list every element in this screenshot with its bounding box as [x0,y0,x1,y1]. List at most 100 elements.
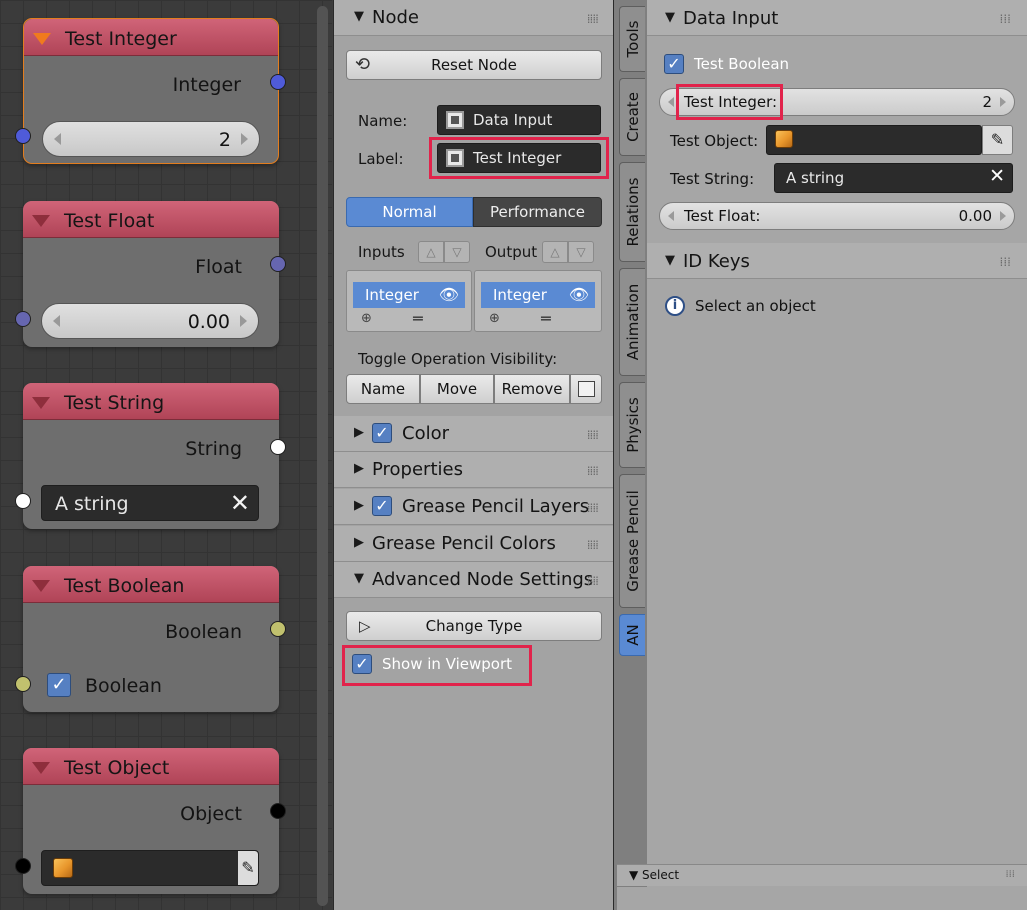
clear-x-icon[interactable]: ✕ [230,489,250,517]
object-output-socket[interactable] [270,803,286,819]
change-type-button[interactable]: ▷ Change Type [346,611,602,641]
select-panel-header[interactable]: ▼ Select ⁞⁞⁞ [617,864,1027,886]
mode-performance-button[interactable]: Performance [473,197,602,227]
checkbox-checked-icon[interactable]: ✓ [372,496,392,516]
drag-handle-icon[interactable]: ⁞⁞⁞⁞ [587,538,599,552]
test-integer-field[interactable]: Test Integer: 2 [659,88,1015,116]
increment-arrow-icon[interactable] [1000,97,1006,107]
output-list-item[interactable]: Integer 👁 [481,282,595,308]
test-boolean-checkbox[interactable]: ✓ Test Boolean [664,53,864,77]
node-test-object[interactable]: Test Object Object ✎ [23,748,279,894]
mode-normal-button[interactable]: Normal [346,197,473,227]
tab-physics[interactable]: Physics [619,382,645,468]
toggle-name-button[interactable]: Name [346,374,420,404]
node-header[interactable]: Test Integer [24,19,278,56]
node-test-boolean[interactable]: Test Boolean Boolean ✓ Boolean [23,566,279,712]
decrement-arrow-icon[interactable] [668,211,674,221]
eyedropper-icon[interactable]: ✎ [238,851,258,885]
collapse-triangle-icon[interactable] [32,397,50,409]
name-field[interactable]: Data Input [437,105,601,135]
drag-handle-icon[interactable]: ⁞⁞⁞ [1005,869,1015,880]
inputs-list[interactable]: Integer 👁 ⊕ ═ [346,270,472,332]
collapse-triangle-icon[interactable]: ▼ [354,9,364,24]
decrement-arrow-icon[interactable] [54,133,61,145]
inputs-list-item[interactable]: Integer 👁 [353,282,465,308]
properties-section-header[interactable]: ▶ Properties ⁞⁞⁞⁞ [334,452,614,488]
float-input-socket[interactable] [15,311,31,327]
drag-handle-icon[interactable]: ⁞⁞⁞⁞ [587,12,599,26]
collapse-triangle-icon[interactable] [32,762,50,774]
grease-pencil-layers-section-header[interactable]: ▶ ✓ Grease Pencil Layers ⁞⁞⁞⁞ [334,489,614,525]
checkbox-checked-icon[interactable]: ✓ [352,654,372,674]
node-header[interactable]: Test Boolean [23,566,279,603]
expand-triangle-icon[interactable]: ▶ [354,461,364,476]
clear-x-icon[interactable]: ✕ [989,165,1005,187]
test-float-field[interactable]: Test Float: 0.00 [659,202,1015,230]
inputs-down-button[interactable]: ▽ [444,241,470,263]
add-plus-icon[interactable]: ⊕ [489,311,500,326]
object-input-socket[interactable] [15,858,31,874]
tab-grease-pencil[interactable]: Grease Pencil [619,474,645,608]
label-field[interactable]: Test Integer [437,143,601,173]
object-field[interactable]: ✎ [41,850,259,886]
string-output-socket[interactable] [270,439,286,455]
integer-field[interactable]: 2 [42,121,260,157]
tab-tools[interactable]: Tools [619,6,645,72]
output-down-button[interactable]: ▽ [568,241,594,263]
string-input-socket[interactable] [15,493,31,509]
canvas-scrollbar[interactable] [317,6,328,906]
checkbox-checked-icon[interactable]: ✓ [47,673,71,697]
eye-icon[interactable]: 👁 [569,282,589,308]
output-list[interactable]: Integer 👁 ⊕ ═ [474,270,602,332]
increment-arrow-icon[interactable] [1000,211,1006,221]
float-output-socket[interactable] [270,256,286,272]
node-header[interactable]: Test Object [23,748,279,785]
boolean-output-socket[interactable] [270,621,286,637]
tab-animation[interactable]: Animation [619,268,645,376]
drag-handle-icon[interactable]: ⁞⁞⁞⁞ [587,574,599,588]
collapse-triangle-icon[interactable] [32,215,50,227]
node-test-string[interactable]: Test String String A string ✕ [23,383,279,529]
inputs-up-button[interactable]: △ [418,241,444,263]
grease-pencil-colors-section-header[interactable]: ▶ Grease Pencil Colors ⁞⁞⁞⁞ [334,526,614,562]
node-header[interactable]: Test Float [23,201,279,238]
drag-handle-icon[interactable]: ═ [413,309,423,328]
node-section-header[interactable]: ▼ Node ⁞⁞⁞⁞ [334,0,614,36]
collapse-triangle-icon[interactable]: ▼ [665,253,675,268]
integer-output-socket[interactable] [270,74,286,90]
color-section-header[interactable]: ▶ ✓ Color ⁞⁞⁞⁞ [334,416,614,452]
tab-create[interactable]: Create [619,78,645,156]
expand-triangle-icon[interactable]: ▶ [354,535,364,550]
drag-handle-icon[interactable]: ═ [541,309,551,328]
boolean-input-socket[interactable] [15,676,31,692]
tab-an[interactable]: AN [619,614,645,656]
advanced-node-settings-section-header[interactable]: ▼ Advanced Node Settings ⁞⁞⁞⁞ [334,562,614,598]
reset-node-button[interactable]: ⟲ Reset Node [346,50,602,80]
toggle-remove-button[interactable]: Remove [494,374,570,404]
eyedropper-button[interactable]: ✎ [982,125,1013,155]
node-header[interactable]: Test String [23,383,279,420]
decrement-arrow-icon[interactable] [668,97,674,107]
id-keys-section-header[interactable]: ▼ ID Keys ⁞⁞⁞ [647,243,1027,279]
float-field[interactable]: 0.00 [41,303,259,339]
drag-handle-icon[interactable]: ⁞⁞⁞ [1000,12,1011,26]
string-field[interactable]: A string ✕ [41,485,259,521]
increment-arrow-icon[interactable] [241,133,248,145]
toggle-move-button[interactable]: Move [420,374,494,404]
collapse-triangle-icon[interactable] [33,33,51,45]
add-plus-icon[interactable]: ⊕ [361,311,372,326]
drag-handle-icon[interactable]: ⁞⁞⁞ [1000,255,1011,269]
show-in-viewport-checkbox[interactable]: ✓ Show in Viewport [352,653,532,677]
test-object-field[interactable] [766,125,982,155]
collapse-triangle-icon[interactable]: ▼ [354,571,364,586]
output-up-button[interactable]: △ [542,241,568,263]
checkbox-checked-icon[interactable]: ✓ [372,423,392,443]
data-input-section-header[interactable]: ▼ Data Input ⁞⁞⁞ [647,0,1027,36]
checkbox-checked-icon[interactable]: ✓ [664,54,684,74]
increment-arrow-icon[interactable] [240,315,247,327]
drag-handle-icon[interactable]: ⁞⁞⁞⁞ [587,464,599,478]
expand-triangle-icon[interactable]: ▶ [354,425,364,440]
node-editor-canvas[interactable]: Test Integer Integer 2 Test Float Float … [0,0,332,910]
collapse-triangle-icon[interactable]: ▼ [665,10,675,25]
eye-icon[interactable]: 👁 [439,282,459,308]
